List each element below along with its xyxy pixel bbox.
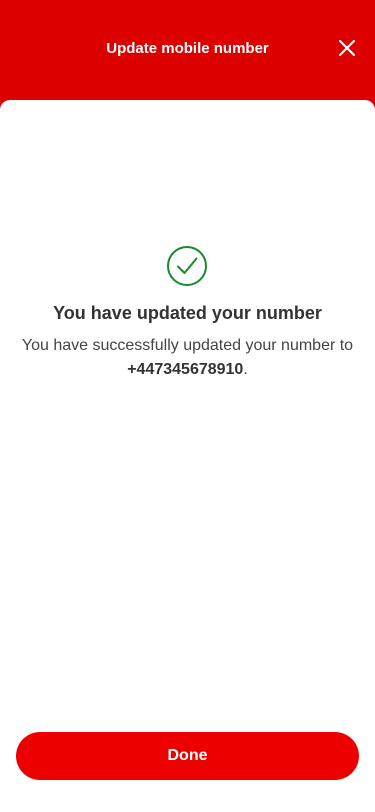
phone-number: +447345678910 xyxy=(127,361,244,378)
close-button[interactable] xyxy=(335,36,359,60)
content-sheet: You have updated your number You have su… xyxy=(0,100,375,812)
success-message-end: . xyxy=(243,361,248,378)
success-message-text: You have successfully updated your numbe… xyxy=(21,337,354,354)
success-message: You have successfully updated your numbe… xyxy=(20,334,355,382)
close-icon xyxy=(338,39,356,57)
update-mobile-number-screen: Update mobile number You have updated yo… xyxy=(0,0,375,812)
done-button[interactable]: Done xyxy=(16,732,359,780)
check-circle-icon xyxy=(167,246,207,286)
page-title: Update mobile number xyxy=(106,40,269,57)
success-title: You have updated your number xyxy=(53,303,322,323)
header-bar: Update mobile number xyxy=(0,0,375,100)
